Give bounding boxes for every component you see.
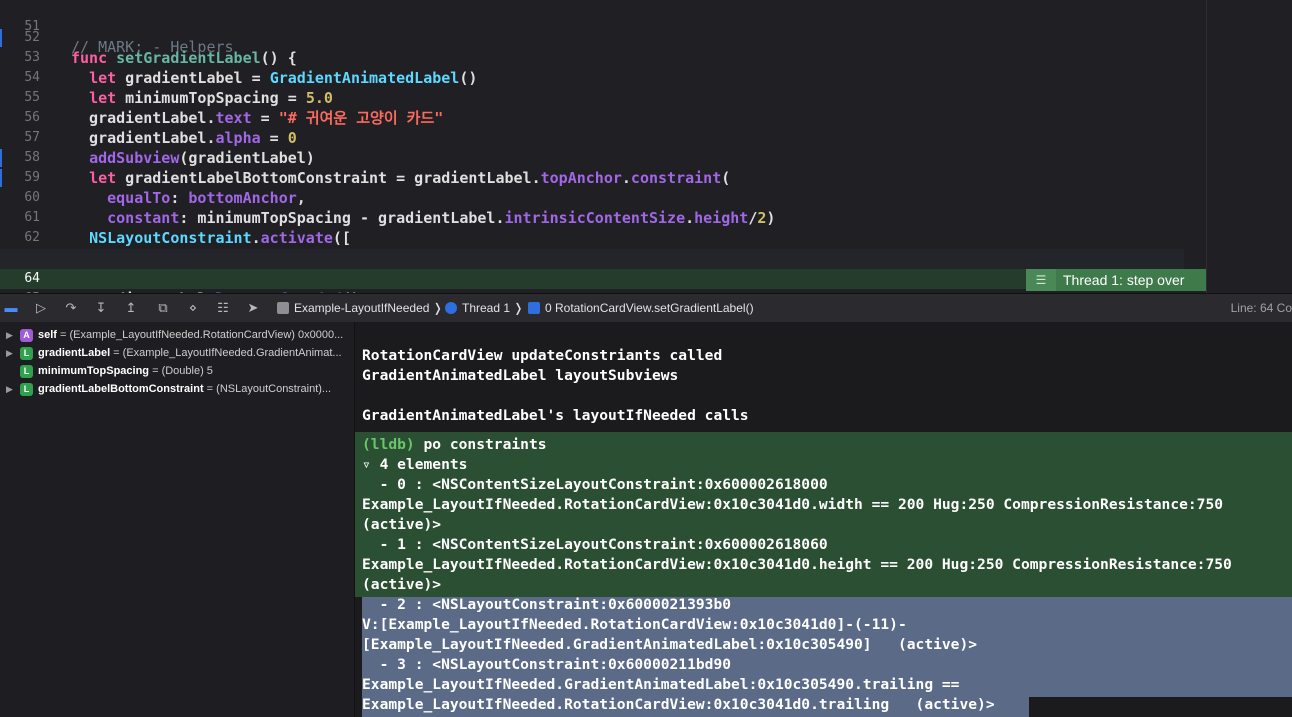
step-over-icon[interactable]: ↷ [63,300,79,316]
code-line[interactable]: 52 func setGradientLabel() { [0,8,1184,67]
console-output-line: (active)> [362,576,442,593]
line-info: Line: 64 Co [1230,301,1292,315]
code-line[interactable]: 61 NSLayoutConstraint.activate([ [0,188,1184,247]
variable-value: = (NSLayoutConstraint)... [203,383,332,395]
variable-row[interactable]: ▶ L gradientLabelBottomConstraint = (NSL… [0,381,354,399]
console-output-line: Example_LayoutIfNeeded.GradientAnimatedL… [362,676,960,693]
code-line[interactable]: 58 let gradientLabelBottomConstraint = g… [0,128,1184,187]
variable-value: = (Example_LayoutIfNeeded.GradientAnimat… [110,347,342,359]
console-output-line: (active)> [362,516,442,533]
environment-overrides-icon[interactable]: ☷ [215,300,231,316]
console-output-line: Example_LayoutIfNeeded.RotationCardView:… [362,496,1224,513]
step-into-icon[interactable]: ↧ [93,300,109,316]
console-line: GradientAnimatedLabel's layoutIfNeeded c… [362,407,749,424]
console-output-line: - 3 : <NSLayoutConstraint:0x60000211bd90 [362,656,732,673]
console-output-line: ▿ 4 elements [362,456,468,473]
code-editor[interactable]: 51 // MARK: - Helpers 52 func setGradien… [0,0,1292,293]
disclosure-triangle-icon[interactable]: ▶ [6,348,13,359]
debug-console[interactable]: RotationCardView updateConstriants calle… [355,322,1292,717]
view-hierarchy-icon[interactable]: ⧉ [155,300,171,316]
scheme-breadcrumb[interactable]: Example-LayoutIfNeeded ❭ [277,301,443,315]
code-line[interactable]: 59 equalTo: bottomAnchor, [0,148,1184,207]
frame-breadcrumb[interactable]: 0 RotationCardView.setGradientLabel() [528,301,754,315]
variable-name: gradientLabel [38,347,111,359]
continue-icon[interactable]: ▷ [33,300,49,316]
variable-kind-badge: L [20,365,33,378]
code-line[interactable]: 60 constant: minimumTopSpacing - gradien… [0,168,1184,227]
variable-row[interactable]: ▶ L gradientLabel = (Example_LayoutIfNee… [0,345,354,363]
code-line[interactable]: 53 let gradientLabel = GradientAnimatedL… [0,28,1184,87]
line-number: 64 [24,271,40,286]
console-output-line: Example_LayoutIfNeeded.RotationCardView:… [362,696,995,713]
location-icon[interactable]: ➤ [245,300,261,316]
code-line[interactable]: 57 addSubview(gradientLabel) [0,108,1184,167]
console-line: RotationCardView updateConstriants calle… [362,347,723,364]
console-output-line: - 1 : <NSContentSizeLayoutConstraint:0x6… [362,536,828,553]
toggle-debug-area-icon[interactable]: ▬ [3,300,19,316]
disclosure-triangle-icon[interactable]: ▶ [6,330,13,341]
lldb-prompt: (lldb) [362,436,415,453]
code-line[interactable]: 62 gradientLabelBottomConstraint, [0,208,1184,267]
thread-status-badge[interactable]: ☰ Thread 1: step over [1026,269,1206,291]
code-line[interactable]: 63 gradientLabel.trailingAnchor.constrai… [0,228,1184,287]
console-command: po constraints [414,436,547,453]
console-output-line: V:[Example_LayoutIfNeeded.RotationCardVi… [362,616,907,633]
thread-icon [445,302,457,314]
thread-status-text: Thread 1: step over [1063,272,1185,288]
console-line: GradientAnimatedLabel layoutSubviews [362,367,679,384]
console-output-line: - 2 : <NSLayoutConstraint:0x6000021393b0 [362,596,732,613]
console-output-line: Example_LayoutIfNeeded.RotationCardView:… [362,556,1232,573]
variable-name: minimumTopSpacing [38,365,150,377]
hamburger-icon: ☰ [1026,269,1056,291]
step-out-icon[interactable]: ↥ [123,300,139,316]
variable-name: self [38,329,57,341]
variable-value: = (Example_LayoutIfNeeded.RotationCardVi… [56,329,344,341]
memory-graph-icon[interactable]: ⋄ [185,300,201,316]
variable-row[interactable]: L minimumTopSpacing = (Double) 5 [0,363,354,381]
console-output-line: [Example_LayoutIfNeeded.GradientAnimated… [362,636,978,653]
variable-kind-badge: L [20,383,33,396]
thread-breadcrumb[interactable]: Thread 1 ❭ [445,301,523,315]
code-line[interactable]: 56 gradientLabel.alpha = 0 [0,88,1184,147]
variable-value: = (Double) 5 [149,365,213,377]
console-command-line: (lldb) po constraints [362,435,547,455]
code-line[interactable]: 55 gradientLabel.text = "# 귀여운 고양이 카드" [0,68,1184,127]
variable-kind-badge: L [20,347,33,360]
code-line[interactable]: 54 let minimumTopSpacing = 5.0 [0,48,1184,107]
disclosure-triangle-icon[interactable]: ▶ [6,384,13,395]
variable-row[interactable]: ▶ A self = (Example_LayoutIfNeeded.Rotat… [0,327,354,345]
variables-view[interactable]: ▶ A self = (Example_LayoutIfNeeded.Rotat… [0,322,355,717]
debug-bar: ▬ ▷ ↷ ↧ ↥ ⧉ ⋄ ☷ ➤ Example-LayoutIfNeeded… [0,293,1292,323]
console-output-line: - 0 : <NSContentSizeLayoutConstraint:0x6… [362,476,828,493]
minimap-pane [1206,0,1292,293]
app-icon [277,302,289,314]
frame-icon [528,302,540,314]
current-code-line[interactable]: 64 gradientLabel.layoutIfNeeded() [0,249,1184,293]
variable-kind-badge: A [20,329,33,342]
variable-name: gradientLabelBottomConstraint [38,383,204,395]
